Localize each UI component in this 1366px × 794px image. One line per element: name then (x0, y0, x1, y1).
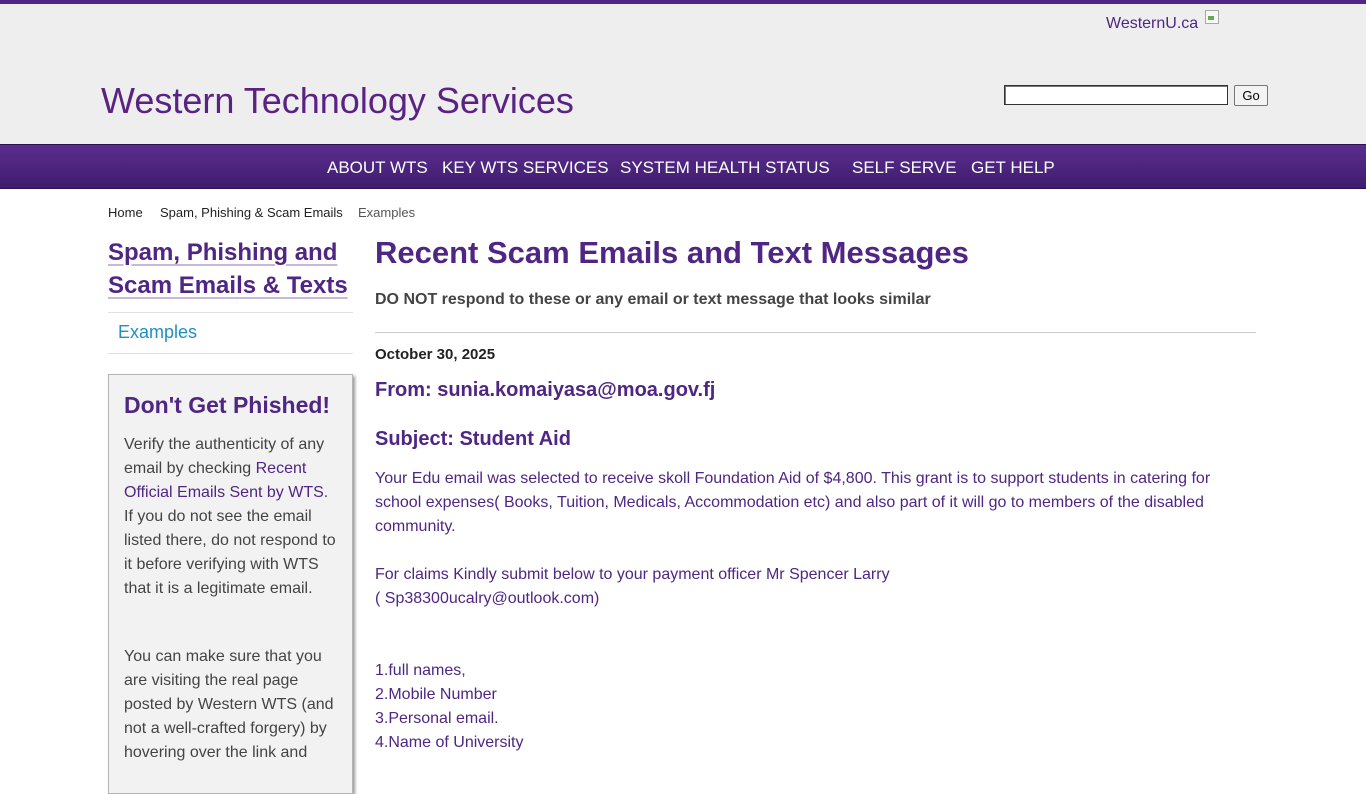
search-input[interactable] (1004, 85, 1228, 105)
page-title: Recent Scam Emails and Text Messages (375, 235, 969, 270)
content-divider (375, 332, 1256, 333)
nav-get-help[interactable]: GET HELP (971, 158, 1055, 178)
email-subject: Subject: Student Aid (375, 428, 571, 450)
main-nav: ABOUT WTS KEY WTS SERVICES SYSTEM HEALTH… (0, 144, 1366, 189)
phish-box-paragraph: Verify the authenticity of any email by … (124, 433, 339, 601)
nav-key-wts-services[interactable]: KEY WTS SERVICES (442, 158, 609, 178)
claims-line: For claims Kindly submit below to your p… (375, 566, 890, 583)
nav-about-wts[interactable]: ABOUT WTS (327, 158, 428, 178)
warning-text: DO NOT respond to these or any email or … (375, 291, 931, 308)
email-from: From: sunia.komaiyasa@moa.gov.fj (375, 379, 716, 401)
claims-email: ( Sp38300ucalry@outlook.com) (375, 590, 600, 607)
sidebar-divider (108, 353, 353, 354)
breadcrumb-spam-phishing[interactable]: Spam, Phishing & Scam Emails (160, 205, 343, 220)
breadcrumb-home[interactable]: Home (108, 205, 143, 220)
sidebar-heading[interactable]: Spam, Phishing and Scam Emails & Texts (108, 236, 358, 302)
email-body-paragraph: Your Edu email was selected to receive s… (375, 470, 1211, 535)
phish-box-paragraph-2: You can make sure that you are visiting … (124, 648, 334, 761)
sidebar-link-examples[interactable]: Examples (118, 322, 197, 343)
dont-get-phished-box: Don't Get Phished! Verify the authentici… (108, 374, 353, 794)
list-item: 3.Personal email. (375, 710, 499, 727)
nav-self-serve[interactable]: SELF SERVE (852, 158, 957, 178)
broken-image-icon (1205, 10, 1219, 24)
sidebar-divider (108, 312, 353, 313)
sidebar-heading-line2[interactable]: Scam Emails & Texts (108, 272, 348, 299)
westernu-link[interactable]: WesternU.ca (1106, 15, 1198, 33)
nav-system-health-status[interactable]: SYSTEM HEALTH STATUS (620, 158, 830, 178)
email-date: October 30, 2025 (375, 346, 496, 363)
breadcrumb-current: Examples (358, 205, 416, 220)
list-item: 2.Mobile Number (375, 686, 497, 703)
site-header: WesternU.ca Western Technology Services … (0, 4, 1366, 144)
sidebar-heading-line1[interactable]: Spam, Phishing and (108, 239, 337, 266)
search-go-button[interactable]: Go (1234, 85, 1268, 106)
email-body-claims: For claims Kindly submit below to your p… (375, 563, 1225, 611)
site-title[interactable]: Western Technology Services (101, 80, 574, 122)
phish-box-title: Don't Get Phished! (124, 392, 331, 418)
list-item: 4.Name of University (375, 734, 524, 751)
list-item: 1.full names, (375, 662, 466, 679)
